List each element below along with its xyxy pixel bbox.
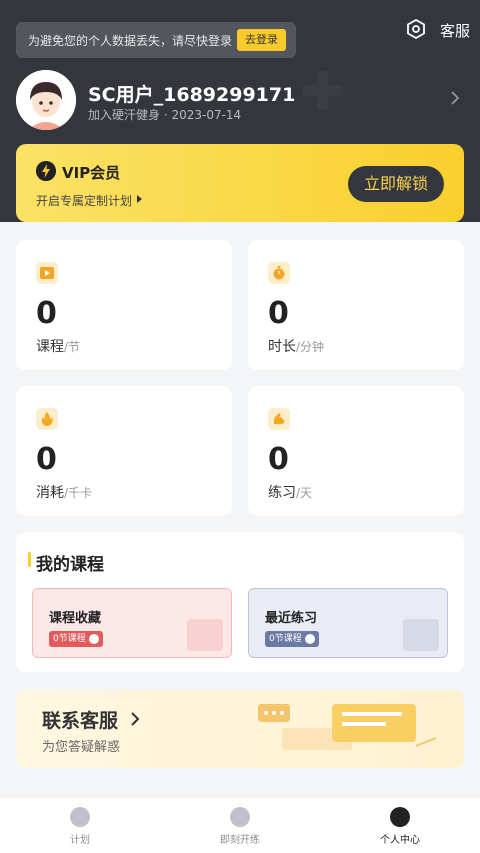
vip-banner[interactable]: VIP会员 开启专属定制计划 立即解锁	[16, 144, 464, 222]
stat-value: 0	[36, 442, 57, 477]
customer-service-link[interactable]: 客服	[440, 20, 470, 41]
stat-unit: /千卡	[64, 486, 93, 500]
stat-card-duration: 0 时长/分钟	[248, 240, 464, 370]
stat-label: 时长/分钟	[268, 339, 325, 355]
caret-right-icon	[137, 195, 142, 203]
chevron-right-icon[interactable]	[450, 90, 460, 106]
pulse-icon	[70, 806, 90, 827]
vip-subtitle: 开启专属定制计划	[36, 194, 133, 208]
card-title: 最近练习	[265, 611, 318, 626]
stat-card-courses: 0 课程/节	[16, 240, 232, 370]
flame-icon	[36, 408, 58, 430]
unlock-button[interactable]: 立即解锁	[348, 166, 444, 202]
tab-label: 计划	[70, 834, 90, 846]
vip-title: VIP会员	[62, 164, 121, 182]
lightning-icon	[36, 161, 56, 181]
contact-service-banner[interactable]: 联系客服 为您答疑解惑	[16, 690, 464, 768]
stat-unit: /节	[64, 340, 81, 354]
stopwatch-icon	[230, 806, 250, 827]
section-accent-bar	[28, 552, 31, 567]
avatar-illustration	[16, 70, 76, 130]
stat-label: 消耗/千卡	[36, 485, 93, 501]
contact-subtitle: 为您答疑解惑	[42, 740, 121, 755]
settings-icon[interactable]	[405, 18, 427, 40]
tab-profile[interactable]: 个人中心	[340, 798, 460, 853]
card-title: 课程收藏	[49, 611, 102, 626]
chevron-right-icon	[131, 712, 140, 726]
my-courses-section: 我的课程 课程收藏 0节课程 最近练习 0节课程	[16, 532, 464, 672]
arrow-circle-icon	[304, 634, 315, 644]
tab-label: 即刻开练	[220, 834, 260, 846]
login-button[interactable]: 去登录	[237, 29, 286, 51]
course-count-badge: 0节课程	[49, 631, 103, 647]
stat-value: 0	[268, 442, 289, 477]
tab-label: 个人中心	[380, 834, 420, 846]
muscle-icon	[268, 408, 290, 430]
stat-unit: /分钟	[296, 340, 325, 354]
person-icon	[390, 806, 410, 827]
join-date: 加入硬汗健身 · 2023-07-14	[88, 108, 242, 122]
heart-folder-icon	[187, 619, 223, 651]
favorites-card[interactable]: 课程收藏 0节课程	[32, 588, 232, 658]
section-title: 我的课程	[36, 555, 104, 575]
login-notice: 为避免您的个人数据丢失，请尽快登录 去登录	[16, 22, 296, 58]
avatar[interactable]	[16, 70, 76, 130]
stat-label: 课程/节	[36, 339, 81, 355]
recent-practice-card[interactable]: 最近练习 0节课程	[248, 588, 448, 658]
notice-text: 为避免您的个人数据丢失，请尽快登录	[28, 33, 233, 48]
clock-folder-icon	[403, 619, 439, 651]
tab-plan[interactable]: 计划	[20, 798, 140, 853]
stopwatch-icon	[268, 262, 290, 284]
tab-start-training[interactable]: 即刻开练	[180, 798, 300, 853]
stat-label: 练习/天	[268, 485, 313, 501]
bottom-tab-bar: 计划 即刻开练 个人中心	[0, 797, 480, 853]
chat-bubbles-illustration	[258, 704, 437, 750]
stat-value: 0	[268, 296, 289, 331]
arrow-circle-icon	[88, 634, 99, 644]
stat-value: 0	[36, 296, 57, 331]
background-decoration: ✚	[300, 60, 345, 123]
course-count-badge: 0节课程	[265, 631, 319, 647]
stat-card-practice: 0 练习/天	[248, 386, 464, 516]
stat-card-calories: 0 消耗/千卡	[16, 386, 232, 516]
contact-title: 联系客服	[42, 710, 119, 732]
video-icon	[36, 262, 58, 284]
user-name[interactable]: SC用户_1689299171	[88, 80, 295, 107]
stat-unit: /天	[296, 486, 313, 500]
